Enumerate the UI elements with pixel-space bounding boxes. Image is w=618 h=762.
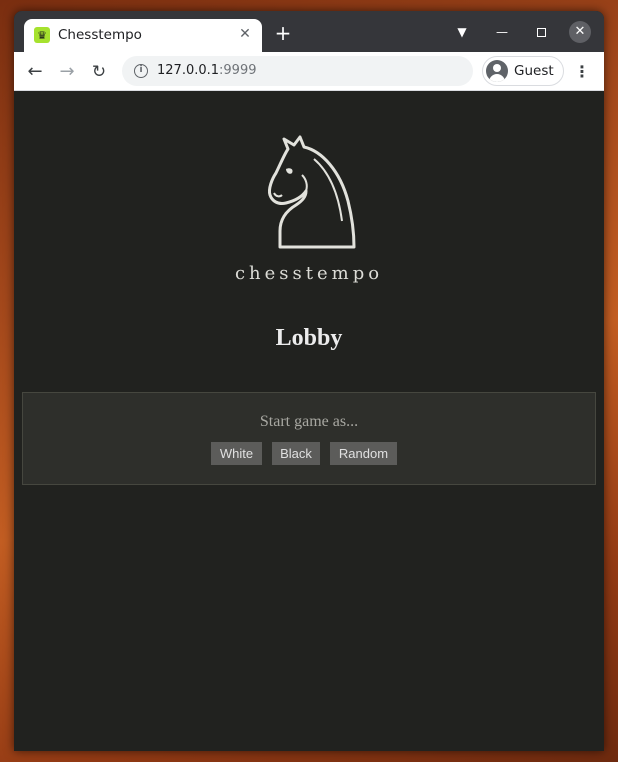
guest-avatar-icon [486,60,508,82]
start-game-prompt: Start game as... [259,413,359,430]
browser-window: ♛ Chesstempo ✕ + ▼ — ✕ ← → ↻ i 127.0.0.1… [14,11,604,751]
page-title: Lobby [275,325,343,351]
site-info-icon[interactable]: i [134,64,148,78]
new-tab-icon[interactable]: + [272,22,294,44]
page-content: chesstempo Lobby Start game as... White … [14,91,604,751]
start-game-panel: Start game as... White Black Random [22,392,596,485]
profile-label: Guest [514,63,554,79]
browser-tab[interactable]: ♛ Chesstempo ✕ [24,19,262,52]
url-host: 127.0.0.1 [157,63,220,78]
close-window-icon[interactable]: ✕ [569,21,591,43]
profile-button[interactable]: Guest [482,56,564,86]
chess-queen-icon: ♛ [34,27,50,43]
maximize-icon[interactable] [531,21,551,43]
color-choice-buttons: White Black Random [23,442,595,465]
reload-icon[interactable]: ↻ [87,60,111,84]
play-white-button[interactable]: White [211,442,262,465]
address-bar[interactable]: i 127.0.0.1:9999 [122,56,473,86]
title-bar: ♛ Chesstempo ✕ + ▼ — ✕ [14,11,604,52]
close-tab-icon[interactable]: ✕ [236,25,254,43]
tab-title: Chesstempo [58,27,142,43]
play-random-button[interactable]: Random [330,442,397,465]
forward-arrow-icon[interactable]: → [55,60,79,84]
url-text: 127.0.0.1:9999 [157,63,257,78]
play-black-button[interactable]: Black [272,442,320,465]
tab-search-chevron-icon[interactable]: ▼ [452,21,472,43]
minimize-icon[interactable]: — [492,21,512,43]
knight-logo-icon [268,135,356,249]
more-menu-icon[interactable]: ⋮ [574,60,590,84]
url-port: :9999 [219,63,257,78]
brand-name: chesstempo [234,263,384,284]
back-arrow-icon[interactable]: ← [23,60,47,84]
browser-toolbar: ← → ↻ i 127.0.0.1:9999 Guest ⋮ [14,52,604,91]
